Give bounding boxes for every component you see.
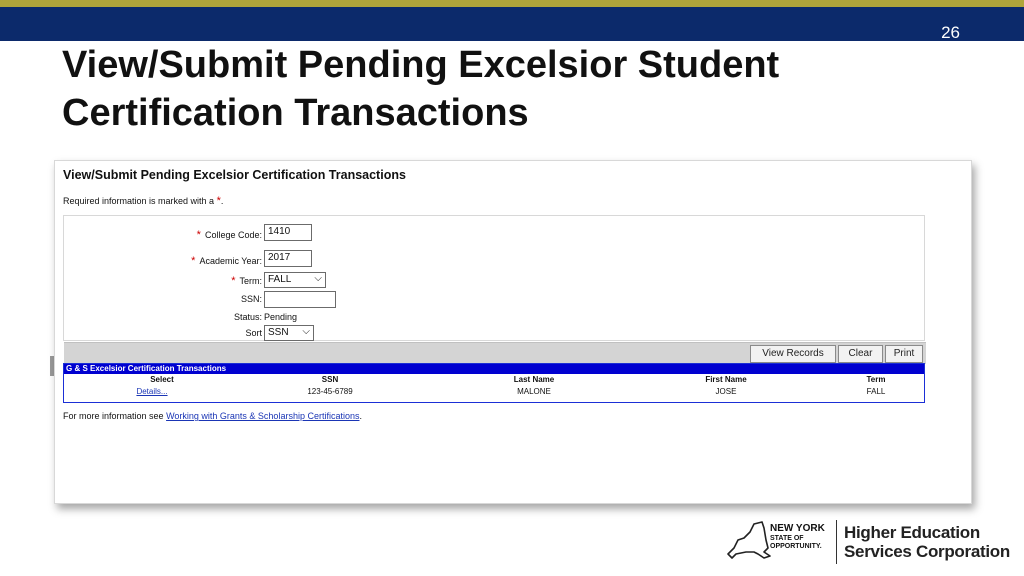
term-row: * Term: FALL ⌵ (64, 272, 364, 292)
row-last-name: MALONE (517, 387, 551, 396)
column-header-ssn: SSN (321, 375, 339, 384)
row-first-name: JOSE (715, 387, 737, 396)
slide-number: 26 (941, 23, 960, 42)
new-york-state-map-icon (727, 521, 771, 559)
application-screenshot: View/Submit Pending Excelsior Certificat… (54, 160, 972, 504)
college-code-label: * College Code: (196, 229, 262, 241)
view-records-button[interactable]: View Records (750, 345, 836, 363)
slide-title: View/Submit Pending Excelsior Student Ce… (62, 44, 780, 134)
results-table: G & S Excelsior Certification Transactio… (63, 363, 925, 403)
chevron-down-icon: ⌵ (302, 326, 310, 337)
term-select[interactable]: FALL ⌵ (264, 272, 326, 288)
required-note: Required information is marked with a *. (63, 195, 223, 207)
required-note-end: . (220, 196, 224, 206)
search-form: * College Code: 1410 * Academic Year: 2017… (63, 215, 926, 364)
hesc-logo: NEW YORK STATE OF OPPORTUNITY. Higher Ed… (722, 516, 1012, 568)
more-info-prefix: For more information see (63, 411, 164, 421)
more-info-suffix: . (359, 411, 362, 421)
app-page-title: View/Submit Pending Excelsior Certificat… (63, 168, 406, 182)
term-label: * Term: (231, 275, 262, 287)
required-asterisk: * (191, 255, 196, 267)
sort-select-value: SSN (268, 327, 289, 338)
column-header-select: Select (150, 375, 174, 384)
college-code-input[interactable]: 1410 (264, 224, 312, 241)
column-header-first-name: First Name (705, 375, 747, 384)
sort-label: Sort (245, 328, 262, 338)
column-header-term: Term (866, 375, 886, 384)
academic-year-row: * Academic Year: 2017 (64, 250, 364, 270)
sort-select[interactable]: SSN ⌵ (264, 325, 314, 341)
status-label: Status: (233, 312, 262, 322)
row-term: FALL (866, 387, 886, 396)
ssn-row: SSN: (64, 291, 364, 311)
ssn-input[interactable] (264, 291, 336, 308)
academic-year-input[interactable]: 2017 (264, 250, 312, 267)
more-info-text: For more information see Working with Gr… (63, 411, 362, 421)
academic-year-label: * Academic Year: (191, 255, 262, 267)
hesc-wordmark: Higher Education Services Corporation (844, 523, 1010, 561)
college-code-row: * College Code: 1410 (64, 224, 364, 244)
term-select-value: FALL (268, 274, 292, 285)
button-bar: View Records Clear Print (64, 342, 926, 364)
top-navy-band: 26 (0, 7, 1024, 42)
logo-divider (836, 520, 837, 564)
more-info-link[interactable]: Working with Grants & Scholarship Certif… (166, 411, 359, 421)
status-value: Pending (264, 312, 298, 322)
required-asterisk: * (196, 229, 201, 241)
top-gold-stripe (0, 0, 1024, 7)
details-link[interactable]: Details... (122, 387, 182, 396)
ssn-label: SSN: (240, 294, 262, 304)
ny-logo-title: NEW YORK (770, 523, 825, 534)
required-asterisk: * (231, 275, 236, 287)
column-header-last-name: Last Name (513, 375, 555, 384)
results-table-heading: G & S Excelsior Certification Transactio… (64, 364, 924, 374)
print-button[interactable]: Print (885, 345, 923, 363)
chevron-down-icon: ⌵ (314, 273, 322, 284)
row-ssn: 123-45-6789 (307, 387, 353, 396)
clear-button[interactable]: Clear (838, 345, 883, 363)
ny-logo-subtitle: STATE OF OPPORTUNITY. (770, 535, 822, 550)
required-note-text: Required information is marked with a (63, 196, 215, 206)
